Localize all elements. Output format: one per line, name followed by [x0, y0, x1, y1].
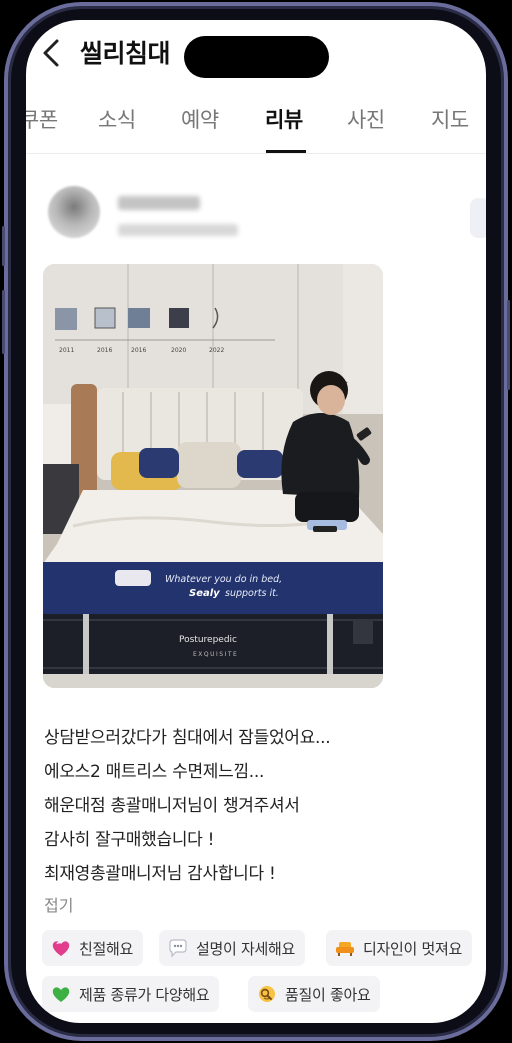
tab-news[interactable]: 소식 [98, 104, 136, 134]
avatar[interactable] [48, 186, 100, 238]
blurred-visit-date [118, 224, 238, 236]
sofa-icon [336, 942, 354, 956]
side-button [2, 290, 5, 354]
tab-reservation[interactable]: 예약 [181, 104, 219, 134]
keyword-chip-label: 설명이 자세해요 [196, 939, 295, 958]
topper-brand: Sealy [189, 588, 220, 599]
wall-year: 2022 [209, 347, 224, 354]
tab-map[interactable]: 지도 [431, 104, 469, 134]
blurred-username [118, 196, 200, 210]
collapse-link[interactable]: 접기 [44, 892, 73, 916]
topper-slogan: Whatever you do in bed, [165, 574, 282, 585]
magnifier-icon [259, 986, 275, 1002]
side-button [2, 226, 5, 266]
keyword-chip-design[interactable]: 디자인이 멋져요 [326, 930, 472, 966]
tab-reviews[interactable]: 리뷰 [265, 104, 303, 134]
keyword-chip-label: 친절해요 [79, 939, 134, 958]
review-line: 해운대점 총괄매니저님이 챙겨주셔서 [44, 796, 300, 816]
keyword-chip-label: 제품 종류가 다양해요 [79, 985, 210, 1004]
review-line: 에오스2 매트리스 수면제느낌... [44, 762, 265, 782]
page-title: 씰리침대 [80, 39, 171, 68]
keyword-chip-explanation[interactable]: 설명이 자세해요 [159, 930, 305, 966]
heart-icon [52, 941, 70, 956]
edge-card [470, 198, 486, 238]
wall-year: 2020 [171, 347, 186, 354]
keyword-chip-variety[interactable]: 제품 종류가 다양해요 [42, 976, 220, 1012]
screen: 씰리침대 쿠폰 소식 예약 리뷰 사진 지도 2011 2016 2016 20… [26, 20, 486, 1023]
topper-slogan-2: supports it. [225, 588, 279, 599]
review-body: 상담받으러갔다가 침대에서 잠들었어요... 에오스2 매트리스 수면제느낌..… [44, 721, 464, 891]
wall-year: 2016 [97, 347, 112, 354]
tab-bar: 쿠폰 소식 예약 리뷰 사진 지도 [26, 98, 486, 154]
keyword-chip-label: 품질이 좋아요 [285, 985, 371, 1004]
back-arrow-icon[interactable] [40, 38, 64, 68]
keyword-chip-label: 디자인이 멋져요 [363, 939, 462, 958]
active-tab-indicator [266, 150, 306, 153]
tab-coupon[interactable]: 쿠폰 [26, 104, 58, 134]
speech-bubble-icon [169, 939, 187, 958]
keyword-chip-kind[interactable]: 친절해요 [42, 930, 144, 966]
green-heart-icon [52, 987, 70, 1002]
keyword-chip-quality[interactable]: 품질이 좋아요 [248, 976, 381, 1012]
review-line: 감사히 잘구매했습니다 ! [44, 830, 215, 850]
review-line: 최재영총괄매니저님 감사합니다 ! [44, 864, 276, 884]
tab-photos[interactable]: 사진 [347, 104, 385, 134]
review-photo[interactable]: 2011 2016 2016 2020 2022 Whatever you do… [43, 264, 383, 688]
review-line: 상담받으러갔다가 침대에서 잠들었어요... [44, 728, 331, 748]
mattress-model: EXQUISITE [193, 651, 238, 658]
side-button [507, 300, 510, 390]
mattress-brand: Posturepedic [179, 635, 237, 645]
wall-year: 2016 [131, 347, 146, 354]
review-photo-illustration: 2011 2016 2016 2020 2022 Whatever you do… [43, 264, 383, 688]
dynamic-island [184, 36, 329, 78]
wall-year: 2011 [59, 347, 74, 354]
